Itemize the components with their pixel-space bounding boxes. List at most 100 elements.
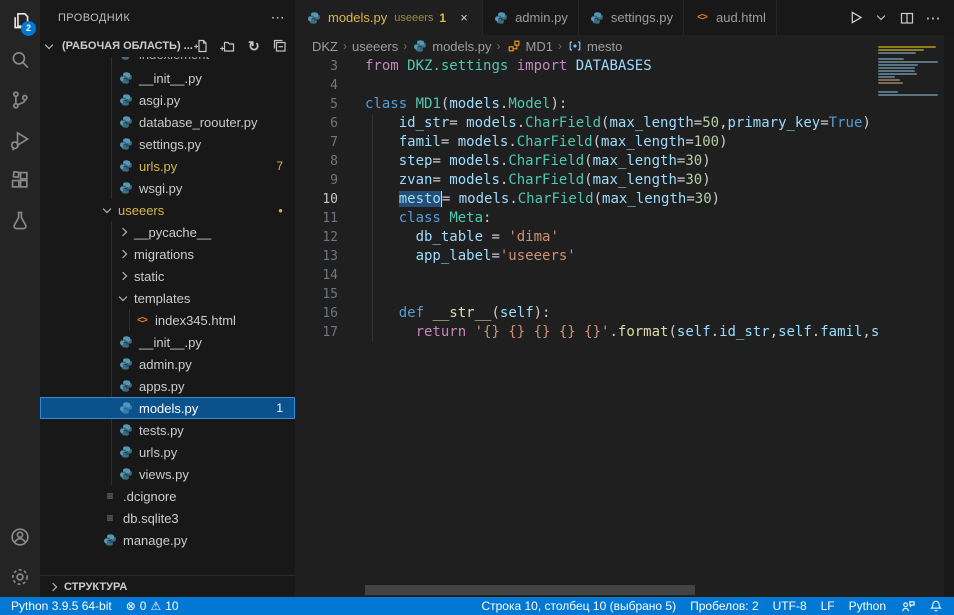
explorer-badge: 2 <box>21 21 36 36</box>
error-icon: ⊗ <box>126 599 136 613</box>
tab-models-py[interactable]: models.pyuseeers1× <box>296 0 483 35</box>
run-button[interactable] <box>844 7 866 29</box>
outline-section[interactable]: СТРУКТУРА <box>40 575 295 597</box>
tab-admin-py[interactable]: admin.py <box>483 0 579 35</box>
tree-item--dcignore[interactable]: ≡.dcignore <box>40 485 295 507</box>
tree-item-settings-py[interactable]: settings.py <box>40 133 295 155</box>
tree-folder-migrations[interactable]: migrations <box>40 243 295 265</box>
tree-item-urls-py[interactable]: urls.py <box>40 441 295 463</box>
run-debug-icon[interactable] <box>0 120 40 160</box>
cursor-position-status[interactable]: Строка 10, столбец 10 (выбрано 5) <box>474 597 683 615</box>
source-control-icon[interactable] <box>0 80 40 120</box>
search-icon[interactable] <box>0 40 40 80</box>
code-line-3[interactable]: 3from DKZ.settings import DATABASES <box>296 57 954 76</box>
code-line-9[interactable]: 9 zvan= models.CharField(max_length=30) <box>296 171 954 190</box>
split-editor-button[interactable] <box>896 7 918 29</box>
python-file-icon <box>493 10 509 26</box>
account-icon[interactable] <box>0 517 40 557</box>
line-number: 10 <box>296 190 338 209</box>
breadcrumb-separator: › <box>558 39 562 53</box>
tree-item--init-py[interactable]: __init__.py <box>40 67 295 89</box>
settings-icon[interactable] <box>0 557 40 597</box>
tab-settings-py[interactable]: settings.py <box>579 0 684 35</box>
tree-item-urls-py[interactable]: urls.py7 <box>40 155 295 177</box>
tree-item-wsgi-py[interactable]: wsgi.py <box>40 177 295 199</box>
more-actions-button[interactable]: ⋯ <box>922 7 944 29</box>
workspace-section-header[interactable]: (РАБОЧАЯ ОБЛАСТЬ) ... ↻ <box>40 35 295 57</box>
testing-icon[interactable] <box>0 200 40 240</box>
breadcrumb-item-useeers[interactable]: useeers <box>352 39 398 54</box>
eol-status[interactable]: LF <box>814 597 842 615</box>
refresh-icon[interactable]: ↻ <box>245 37 263 55</box>
code-editor[interactable]: 3from DKZ.settings import DATABASES45cla… <box>296 57 954 597</box>
breadcrumb-item-mesto[interactable]: mesto <box>567 38 622 54</box>
feedback-icon[interactable] <box>893 597 922 615</box>
tree-item-db-sqlite3[interactable]: ≡db.sqlite3 <box>40 507 295 529</box>
breadcrumb-item-md1[interactable]: MD1 <box>506 38 553 54</box>
tree-folder--pycache-[interactable]: __pycache__ <box>40 221 295 243</box>
scrollbar-gutter[interactable] <box>944 35 954 597</box>
python-file-icon <box>118 57 134 62</box>
breadcrumb-item-dkz[interactable]: DKZ <box>312 39 338 54</box>
tree-item-apps-py[interactable]: apps.py <box>40 375 295 397</box>
outline-section-label: СТРУКТУРА <box>64 581 127 593</box>
tree-item-database-roouter-py[interactable]: database_roouter.py <box>40 111 295 133</box>
tree-folder-useeers[interactable]: useeers● <box>40 199 295 221</box>
code-line-15[interactable]: 15 <box>296 285 954 304</box>
line-content: db_table = 'dima' <box>365 228 559 247</box>
notifications-bell-icon[interactable] <box>922 597 950 615</box>
code-line-7[interactable]: 7 famil= models.CharField(max_length=100… <box>296 133 954 152</box>
line-number: 3 <box>296 57 338 76</box>
python-file-icon <box>412 38 428 54</box>
code-line-10[interactable]: 10 mesto= models.CharField(max_length=30… <box>296 190 954 209</box>
line-number: 15 <box>296 285 338 304</box>
new-file-icon[interactable] <box>193 37 211 55</box>
problems-status[interactable]: ⊗ 0 ⚠ 10 <box>119 597 186 615</box>
tree-item-models-py[interactable]: models.py1 <box>40 397 295 419</box>
code-line-5[interactable]: 5class MD1(models.Model): <box>296 95 954 114</box>
tree-folder-templates[interactable]: templates <box>40 287 295 309</box>
tab-aud-html[interactable]: <>aud.html <box>684 0 777 35</box>
new-folder-icon[interactable] <box>219 37 237 55</box>
code-line-4[interactable]: 4 <box>296 76 954 95</box>
tree-item-asgi-py[interactable]: asgi.py <box>40 89 295 111</box>
line-content: class MD1(models.Model): <box>365 95 567 114</box>
code-line-14[interactable]: 14 <box>296 266 954 285</box>
run-dropdown-icon[interactable] <box>870 7 892 29</box>
python-file-icon <box>118 378 134 394</box>
collapse-all-icon[interactable] <box>271 37 289 55</box>
editor-group: models.pyuseeers1×admin.pysettings.py<>a… <box>296 0 954 597</box>
horizontal-scrollbar[interactable] <box>365 585 695 595</box>
tree-item-clipped[interactable]: indexlement <box>40 57 295 67</box>
tree-folder-static[interactable]: static <box>40 265 295 287</box>
code-line-6[interactable]: 6 id_str= models.CharField(max_length=50… <box>296 114 954 133</box>
python-interpreter-status[interactable]: Python 3.9.5 64-bit <box>4 597 119 615</box>
code-line-12[interactable]: 12 db_table = 'dima' <box>296 228 954 247</box>
indentation-status[interactable]: Пробелов: 2 <box>683 597 766 615</box>
tree-item-index345-html[interactable]: <>index345.html <box>40 309 295 331</box>
python-file-icon <box>118 158 134 174</box>
explorer-header: ПРОВОДНИК ⋯ <box>40 0 295 35</box>
tree-item--init-py[interactable]: __init__.py <box>40 331 295 353</box>
encoding-status[interactable]: UTF-8 <box>766 597 814 615</box>
tree-item-admin-py[interactable]: admin.py <box>40 353 295 375</box>
line-content: def __str__(self): <box>365 304 550 323</box>
tree-item-manage-py[interactable]: manage.py <box>40 529 295 551</box>
line-content: class Meta: <box>365 209 491 228</box>
code-line-11[interactable]: 11 class Meta: <box>296 209 954 228</box>
code-line-17[interactable]: 17 return '{} {} {} {} {}'.format(self.i… <box>296 323 954 342</box>
breadcrumb-item-models-py[interactable]: models.py <box>412 38 491 54</box>
explorer-icon[interactable]: 2 <box>0 0 40 40</box>
language-mode-status[interactable]: Python <box>842 597 893 615</box>
views-more-actions-icon[interactable]: ⋯ <box>271 9 285 26</box>
chevron-down-icon <box>45 41 53 49</box>
minimap[interactable] <box>878 46 944 566</box>
tree-item-views-py[interactable]: views.py <box>40 463 295 485</box>
code-line-16[interactable]: 16 def __str__(self): <box>296 304 954 323</box>
code-line-13[interactable]: 13 app_label='useeers' <box>296 247 954 266</box>
tree-item-tests-py[interactable]: tests.py <box>40 419 295 441</box>
close-icon[interactable]: × <box>456 10 472 25</box>
file-tree: indexlement__init__.pyasgi.pydatabase_ro… <box>40 57 295 551</box>
code-line-8[interactable]: 8 step= models.CharField(max_length=30) <box>296 152 954 171</box>
extensions-icon[interactable] <box>0 160 40 200</box>
